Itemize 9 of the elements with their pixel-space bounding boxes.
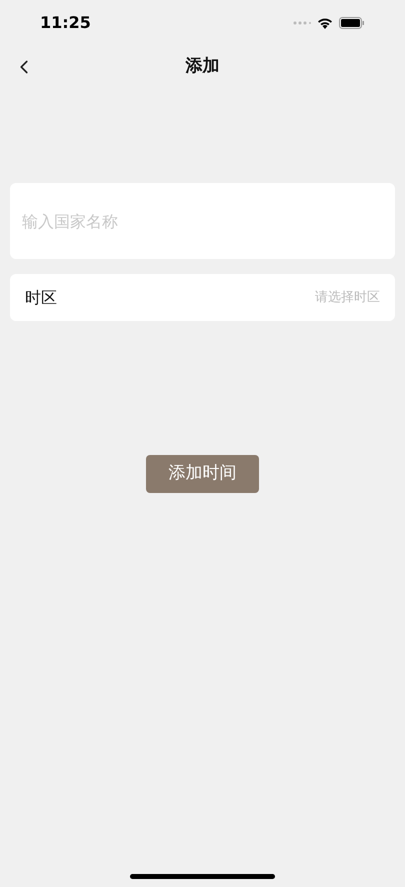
signal-icon	[293, 21, 311, 25]
timezone-label: 时区	[25, 286, 57, 308]
wifi-icon	[317, 17, 333, 29]
page-title: 添加	[186, 55, 220, 78]
timezone-row[interactable]: 时区 请选择时区	[10, 274, 395, 321]
battery-icon	[339, 17, 365, 29]
timezone-placeholder: 请选择时区	[315, 288, 380, 307]
add-time-button[interactable]: 添加时间	[146, 455, 259, 493]
status-time: 11:25	[40, 12, 91, 34]
